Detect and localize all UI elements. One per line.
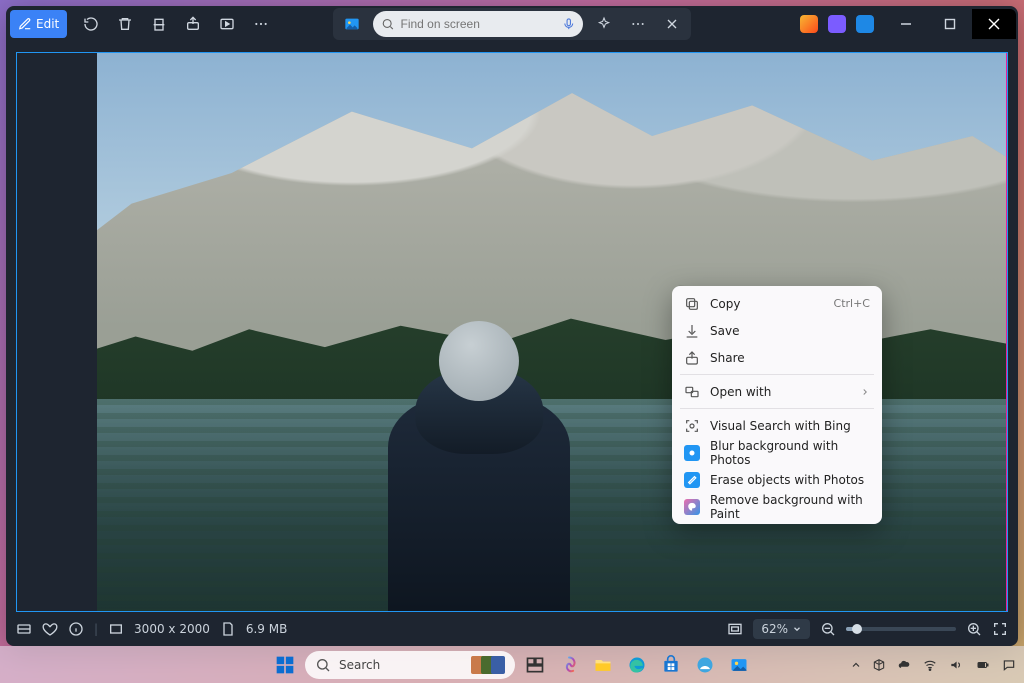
windows-taskbar: Search: [0, 646, 1024, 683]
save-icon: [684, 323, 700, 339]
context-menu-visual-search[interactable]: Visual Search with Bing: [672, 412, 882, 439]
delete-button[interactable]: [109, 9, 141, 39]
more-button[interactable]: [245, 9, 277, 39]
find-on-screen-bar: [333, 8, 691, 40]
taskbar-app-1[interactable]: [691, 651, 719, 679]
copy-accelerator: Ctrl+C: [834, 297, 870, 310]
tray-volume-icon[interactable]: [948, 658, 964, 672]
share-icon: [684, 350, 700, 366]
fit-to-window-button[interactable]: [727, 621, 743, 637]
copilot-icon[interactable]: [591, 11, 617, 37]
search-thumbnail: [471, 656, 505, 674]
minimize-button[interactable]: [884, 9, 928, 39]
dimensions-icon: [108, 621, 124, 637]
canvas-gutter: [17, 53, 97, 611]
copy-icon: [684, 296, 700, 312]
tray-wifi-icon[interactable]: [922, 658, 938, 672]
photos-erase-icon: [684, 472, 700, 488]
chevron-right-icon: [860, 387, 870, 397]
zoom-value: 62%: [761, 622, 788, 636]
task-view-button[interactable]: [521, 651, 549, 679]
zoom-slider[interactable]: [846, 627, 956, 631]
slideshow-button[interactable]: [211, 9, 243, 39]
tray-battery-icon[interactable]: [974, 659, 992, 671]
find-on-screen-search[interactable]: [373, 11, 583, 37]
photos-blur-icon: [684, 445, 700, 461]
context-menu-copy[interactable]: Copy Ctrl+C: [672, 290, 882, 317]
photos-app-icon: [339, 11, 365, 37]
context-menu-save[interactable]: Save: [672, 317, 882, 344]
zoom-badge[interactable]: 62%: [753, 619, 810, 639]
visual-search-icon: [684, 418, 700, 434]
app-tile-2[interactable]: [828, 15, 846, 33]
copilot-taskbar-icon[interactable]: [555, 651, 583, 679]
chevron-down-icon: [792, 624, 802, 634]
fullscreen-button[interactable]: [992, 621, 1008, 637]
system-tray: [850, 658, 1016, 672]
close-search-icon[interactable]: [659, 11, 685, 37]
find-on-screen-input[interactable]: [401, 17, 556, 31]
store-icon[interactable]: [657, 651, 685, 679]
title-bar: Edit: [6, 6, 1018, 42]
app-tile-3[interactable]: [856, 15, 874, 33]
print-button[interactable]: [143, 9, 175, 39]
context-menu-blur-background[interactable]: Blur background with Photos: [672, 439, 882, 466]
search-icon: [315, 657, 331, 673]
context-menu-separator: [680, 374, 874, 375]
photos-taskbar-icon[interactable]: [725, 651, 753, 679]
context-menu-open-with[interactable]: Open with: [672, 378, 882, 405]
title-bar-right: [800, 9, 1016, 39]
search-icon: [381, 16, 395, 32]
edge-icon[interactable]: [623, 651, 651, 679]
dimensions-value: 3000 x 2000: [134, 622, 210, 636]
filmstrip-toggle[interactable]: [16, 621, 32, 637]
start-button[interactable]: [271, 651, 299, 679]
file-explorer-icon[interactable]: [589, 651, 617, 679]
context-menu-erase-objects[interactable]: Erase objects with Photos: [672, 466, 882, 493]
microphone-icon[interactable]: [562, 16, 576, 32]
zoom-in-button[interactable]: [966, 621, 982, 637]
open-with-icon: [684, 384, 700, 400]
edit-button[interactable]: Edit: [10, 10, 67, 38]
context-menu-separator: [680, 408, 874, 409]
tray-cube-icon[interactable]: [872, 658, 886, 672]
tray-chevron-up-icon[interactable]: [850, 659, 862, 671]
title-bar-left: Edit: [10, 9, 277, 39]
context-menu: Copy Ctrl+C Save Share Open with Visual …: [672, 286, 882, 524]
paint-icon: [684, 499, 700, 515]
tray-notifications-icon[interactable]: [1002, 658, 1016, 672]
maximize-button[interactable]: [928, 9, 972, 39]
more-options-icon[interactable]: [625, 11, 651, 37]
edit-button-label: Edit: [36, 17, 59, 31]
filesize-icon: [220, 621, 236, 637]
taskbar-search[interactable]: Search: [305, 651, 515, 679]
zoom-out-button[interactable]: [820, 621, 836, 637]
filesize-value: 6.9 MB: [246, 622, 287, 636]
favorite-button[interactable]: [42, 621, 58, 637]
status-bar: | 3000 x 2000 6.9 MB 62%: [6, 612, 1018, 646]
tray-onedrive-icon[interactable]: [896, 658, 912, 672]
app-tile-1[interactable]: [800, 15, 818, 33]
taskbar-search-label: Search: [339, 658, 380, 672]
context-menu-remove-background[interactable]: Remove background with Paint: [672, 493, 882, 520]
close-button[interactable]: [972, 9, 1016, 39]
share-button[interactable]: [177, 9, 209, 39]
rotate-button[interactable]: [75, 9, 107, 39]
info-button[interactable]: [68, 621, 84, 637]
context-menu-share[interactable]: Share: [672, 344, 882, 371]
